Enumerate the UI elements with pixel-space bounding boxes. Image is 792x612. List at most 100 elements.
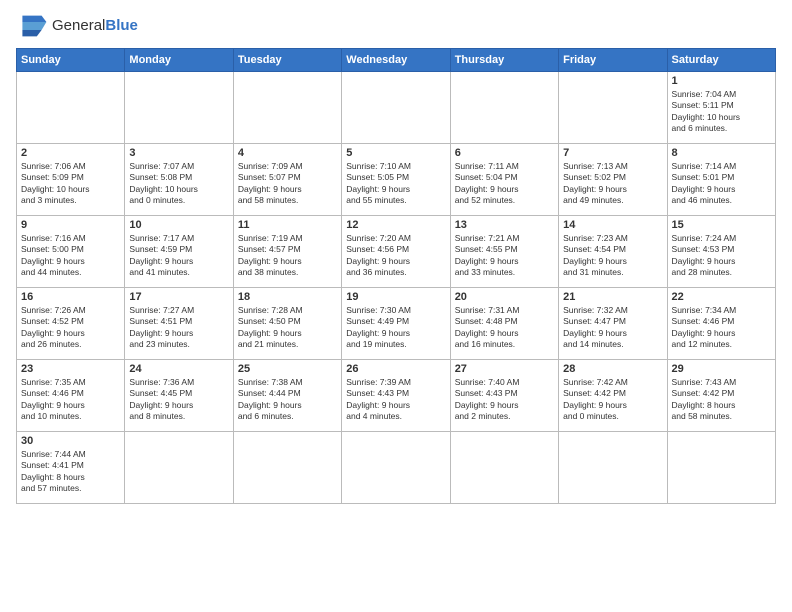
day-info: Sunrise: 7:17 AM Sunset: 4:59 PM Dayligh… — [129, 233, 228, 279]
day-number: 10 — [129, 219, 228, 231]
day-number: 21 — [563, 291, 662, 303]
day-info: Sunrise: 7:16 AM Sunset: 5:00 PM Dayligh… — [21, 233, 120, 279]
day-info: Sunrise: 7:39 AM Sunset: 4:43 PM Dayligh… — [346, 377, 445, 423]
weekday-header-tuesday: Tuesday — [233, 49, 341, 72]
day-number: 5 — [346, 147, 445, 159]
day-info: Sunrise: 7:14 AM Sunset: 5:01 PM Dayligh… — [672, 161, 771, 207]
day-info: Sunrise: 7:36 AM Sunset: 4:45 PM Dayligh… — [129, 377, 228, 423]
day-number: 17 — [129, 291, 228, 303]
day-info: Sunrise: 7:06 AM Sunset: 5:09 PM Dayligh… — [21, 161, 120, 207]
day-info: Sunrise: 7:43 AM Sunset: 4:42 PM Dayligh… — [672, 377, 771, 423]
calendar-cell — [125, 432, 233, 504]
day-info: Sunrise: 7:13 AM Sunset: 5:02 PM Dayligh… — [563, 161, 662, 207]
day-number: 8 — [672, 147, 771, 159]
calendar-cell: 14Sunrise: 7:23 AM Sunset: 4:54 PM Dayli… — [559, 216, 667, 288]
calendar-cell: 20Sunrise: 7:31 AM Sunset: 4:48 PM Dayli… — [450, 288, 558, 360]
day-info: Sunrise: 7:19 AM Sunset: 4:57 PM Dayligh… — [238, 233, 337, 279]
calendar-week-3: 9 Sunrise: 7:16 AM Sunset: 5:00 PM Daylig… — [17, 216, 776, 288]
calendar-week-6: 30Sunrise: 7:44 AM Sunset: 4:41 PM Dayli… — [17, 432, 776, 504]
day-number: 29 — [672, 363, 771, 375]
day-info: Sunrise: 7:04 AM Sunset: 5:11 PM Dayligh… — [672, 89, 771, 135]
calendar-cell — [233, 432, 341, 504]
calendar-cell: 17 Sunrise: 7:27 AM Sunset: 4:51 PM Dayli… — [125, 288, 233, 360]
calendar-cell: 9 Sunrise: 7:16 AM Sunset: 5:00 PM Daylig… — [17, 216, 125, 288]
calendar-cell: 6 Sunrise: 7:11 AM Sunset: 5:04 PM Daylig… — [450, 144, 558, 216]
day-info: Sunrise: 7:28 AM Sunset: 4:50 PM Dayligh… — [238, 305, 337, 351]
weekday-header-monday: Monday — [125, 49, 233, 72]
day-number: 20 — [455, 291, 554, 303]
calendar-week-1: 1 Sunrise: 7:04 AM Sunset: 5:11 PM Daylig… — [17, 72, 776, 144]
day-number: 26 — [346, 363, 445, 375]
calendar-cell: 18Sunrise: 7:28 AM Sunset: 4:50 PM Dayli… — [233, 288, 341, 360]
day-info: Sunrise: 7:32 AM Sunset: 4:47 PM Dayligh… — [563, 305, 662, 351]
day-number: 4 — [238, 147, 337, 159]
page: GeneralBlue SundayMondayTuesdayWednesday… — [0, 0, 792, 612]
calendar-cell: 23 Sunrise: 7:35 AM Sunset: 4:46 PM Dayli… — [17, 360, 125, 432]
day-number: 25 — [238, 363, 337, 375]
day-info: Sunrise: 7:42 AM Sunset: 4:42 PM Dayligh… — [563, 377, 662, 423]
calendar-cell: 19 Sunrise: 7:30 AM Sunset: 4:49 PM Dayli… — [342, 288, 450, 360]
day-number: 19 — [346, 291, 445, 303]
day-number: 6 — [455, 147, 554, 159]
day-number: 22 — [672, 291, 771, 303]
weekday-header-saturday: Saturday — [667, 49, 775, 72]
day-info: Sunrise: 7:09 AM Sunset: 5:07 PM Dayligh… — [238, 161, 337, 207]
calendar-cell: 11 Sunrise: 7:19 AM Sunset: 4:57 PM Dayli… — [233, 216, 341, 288]
calendar-cell: 21 Sunrise: 7:32 AM Sunset: 4:47 PM Dayli… — [559, 288, 667, 360]
day-info: Sunrise: 7:44 AM Sunset: 4:41 PM Dayligh… — [21, 449, 120, 495]
calendar-cell: 1 Sunrise: 7:04 AM Sunset: 5:11 PM Daylig… — [667, 72, 775, 144]
day-number: 7 — [563, 147, 662, 159]
general-blue-logo-icon — [16, 12, 48, 40]
calendar-cell: 25 Sunrise: 7:38 AM Sunset: 4:44 PM Dayli… — [233, 360, 341, 432]
calendar-cell — [559, 72, 667, 144]
logo: GeneralBlue — [16, 12, 138, 40]
day-info: Sunrise: 7:27 AM Sunset: 4:51 PM Dayligh… — [129, 305, 228, 351]
calendar-cell: 7 Sunrise: 7:13 AM Sunset: 5:02 PM Daylig… — [559, 144, 667, 216]
calendar-cell — [342, 432, 450, 504]
calendar-cell: 22 Sunrise: 7:34 AM Sunset: 4:46 PM Dayli… — [667, 288, 775, 360]
day-number: 27 — [455, 363, 554, 375]
calendar-cell: 27 Sunrise: 7:40 AM Sunset: 4:43 PM Dayli… — [450, 360, 558, 432]
day-number: 12 — [346, 219, 445, 231]
weekday-header-row: SundayMondayTuesdayWednesdayThursdayFrid… — [17, 49, 776, 72]
weekday-header-sunday: Sunday — [17, 49, 125, 72]
calendar-cell: 13Sunrise: 7:21 AM Sunset: 4:55 PM Dayli… — [450, 216, 558, 288]
calendar-cell: 28 Sunrise: 7:42 AM Sunset: 4:42 PM Dayli… — [559, 360, 667, 432]
calendar-cell — [450, 432, 558, 504]
calendar-cell: 4 Sunrise: 7:09 AM Sunset: 5:07 PM Daylig… — [233, 144, 341, 216]
calendar-cell: 12Sunrise: 7:20 AM Sunset: 4:56 PM Dayli… — [342, 216, 450, 288]
day-number: 24 — [129, 363, 228, 375]
calendar-week-2: 2Sunrise: 7:06 AM Sunset: 5:09 PM Daylig… — [17, 144, 776, 216]
calendar-week-4: 16Sunrise: 7:26 AM Sunset: 4:52 PM Dayli… — [17, 288, 776, 360]
day-number: 9 — [21, 219, 120, 231]
day-number: 11 — [238, 219, 337, 231]
day-number: 3 — [129, 147, 228, 159]
calendar-cell: 24 Sunrise: 7:36 AM Sunset: 4:45 PM Dayli… — [125, 360, 233, 432]
weekday-header-wednesday: Wednesday — [342, 49, 450, 72]
calendar-cell — [342, 72, 450, 144]
day-number: 23 — [21, 363, 120, 375]
day-info: Sunrise: 7:35 AM Sunset: 4:46 PM Dayligh… — [21, 377, 120, 423]
day-info: Sunrise: 7:34 AM Sunset: 4:46 PM Dayligh… — [672, 305, 771, 351]
day-info: Sunrise: 7:24 AM Sunset: 4:53 PM Dayligh… — [672, 233, 771, 279]
day-number: 28 — [563, 363, 662, 375]
day-number: 1 — [672, 75, 771, 87]
weekday-header-friday: Friday — [559, 49, 667, 72]
day-info: Sunrise: 7:40 AM Sunset: 4:43 PM Dayligh… — [455, 377, 554, 423]
day-info: Sunrise: 7:30 AM Sunset: 4:49 PM Dayligh… — [346, 305, 445, 351]
calendar-cell — [559, 432, 667, 504]
calendar-cell: 16Sunrise: 7:26 AM Sunset: 4:52 PM Dayli… — [17, 288, 125, 360]
day-info: Sunrise: 7:11 AM Sunset: 5:04 PM Dayligh… — [455, 161, 554, 207]
calendar-cell: 8 Sunrise: 7:14 AM Sunset: 5:01 PM Daylig… — [667, 144, 775, 216]
day-info: Sunrise: 7:07 AM Sunset: 5:08 PM Dayligh… — [129, 161, 228, 207]
calendar-cell: 5Sunrise: 7:10 AM Sunset: 5:05 PM Daylig… — [342, 144, 450, 216]
day-info: Sunrise: 7:38 AM Sunset: 4:44 PM Dayligh… — [238, 377, 337, 423]
day-number: 16 — [21, 291, 120, 303]
calendar-week-5: 23 Sunrise: 7:35 AM Sunset: 4:46 PM Dayli… — [17, 360, 776, 432]
calendar-cell: 3 Sunrise: 7:07 AM Sunset: 5:08 PM Daylig… — [125, 144, 233, 216]
calendar-cell — [450, 72, 558, 144]
day-number: 15 — [672, 219, 771, 231]
calendar-cell: 30Sunrise: 7:44 AM Sunset: 4:41 PM Dayli… — [17, 432, 125, 504]
calendar-cell: 2Sunrise: 7:06 AM Sunset: 5:09 PM Daylig… — [17, 144, 125, 216]
calendar-cell — [125, 72, 233, 144]
